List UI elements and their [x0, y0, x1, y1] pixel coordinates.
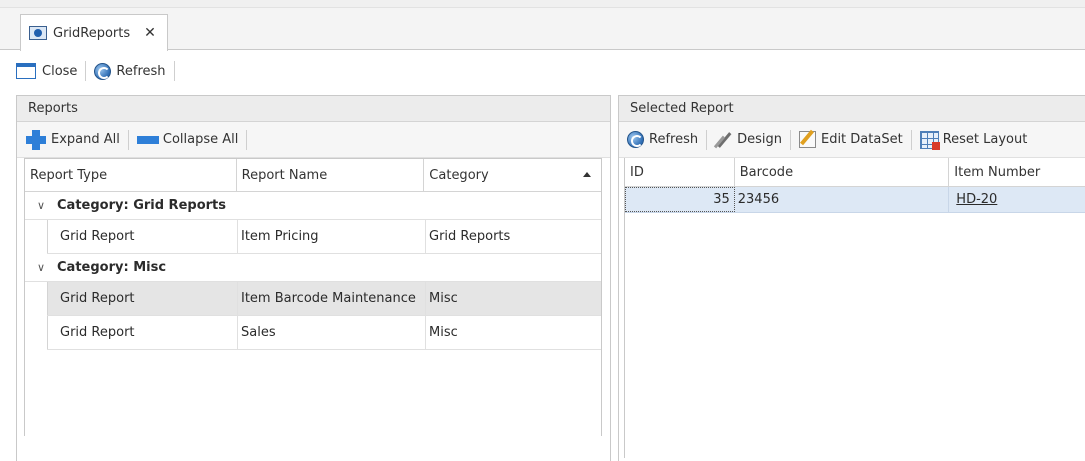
reports-panel: Reports Expand All Collapse All Report T… — [16, 95, 611, 461]
minus-icon — [136, 135, 159, 144]
group-label: Category: Grid Reports — [57, 198, 226, 213]
reports-panel-header: Reports — [17, 96, 610, 122]
column-header-report-type[interactable]: Report Type — [25, 159, 237, 191]
reset-layout-button[interactable]: Reset Layout — [919, 130, 1028, 150]
expand-all-label: Expand All — [51, 132, 120, 147]
group-label: Category: Misc — [57, 260, 167, 275]
column-header-barcode[interactable]: Barcode — [735, 158, 950, 186]
report-icon — [29, 26, 47, 40]
document-tab-gridreports[interactable]: GridReports ✕ — [20, 14, 168, 51]
column-header-item-number[interactable]: Item Number — [949, 158, 1085, 186]
plus-icon — [25, 129, 47, 151]
reports-grid-header: Report Type Report Name Category — [25, 159, 601, 192]
collapse-all-button[interactable]: Collapse All — [136, 132, 239, 147]
selected-report-grid: ID Barcode Item Number 35 23456 HD-20 — [624, 158, 1085, 458]
cell-category: Misc — [425, 316, 601, 349]
sort-ascending-icon — [582, 172, 591, 177]
table-row[interactable]: Grid Report Item Pricing Grid Reports — [47, 220, 601, 254]
chevron-down-icon[interactable]: ∨ — [37, 199, 47, 212]
table-row[interactable]: Grid Report Item Barcode Maintenance Mis… — [47, 282, 601, 316]
edit-icon — [798, 131, 816, 148]
column-header-label: Report Type — [30, 167, 108, 183]
toolbar-separator — [127, 129, 129, 150]
selected-report-header: Selected Report — [619, 96, 1085, 122]
refresh-icon — [627, 131, 644, 148]
group-row-misc[interactable]: ∨ Category: Misc — [25, 254, 601, 282]
toolbar-separator — [706, 129, 708, 150]
toolbar-separator — [246, 129, 248, 150]
window-icon — [16, 63, 36, 79]
reports-grid: Report Type Report Name Category ∨ Categ… — [24, 158, 602, 436]
report-refresh-label: Refresh — [649, 132, 699, 147]
close-button[interactable]: Close — [16, 63, 77, 79]
cell-report-name: Sales — [237, 316, 425, 349]
close-icon[interactable]: ✕ — [144, 25, 156, 41]
reset-layout-label: Reset Layout — [942, 132, 1028, 147]
refresh-button[interactable]: Refresh — [94, 62, 166, 80]
selected-report-title: Selected Report — [630, 101, 734, 116]
main-toolbar: Close Refresh — [0, 51, 1085, 91]
selected-report-panel: Selected Report Refresh Design Edit Data… — [618, 95, 1085, 461]
column-header-label: Barcode — [739, 164, 794, 180]
design-label: Design — [737, 132, 782, 147]
cell-report-name: Item Barcode Maintenance — [237, 282, 425, 315]
edit-dataset-label: Edit DataSet — [820, 132, 903, 147]
report-refresh-button[interactable]: Refresh — [627, 131, 698, 148]
reset-layout-icon — [919, 130, 940, 150]
cell-item-number-link[interactable]: HD-20 — [949, 187, 1085, 212]
table-row[interactable]: Grid Report Sales Misc — [47, 316, 601, 350]
column-header-report-name[interactable]: Report Name — [237, 159, 425, 191]
toolbar-separator — [173, 61, 175, 81]
column-header-category[interactable]: Category — [424, 159, 601, 191]
cell-category: Misc — [425, 282, 601, 315]
cell-id[interactable]: 35 — [625, 187, 735, 212]
toolbar-separator — [85, 61, 87, 81]
design-button[interactable]: Design — [715, 131, 782, 149]
reports-panel-title: Reports — [28, 101, 78, 116]
tab-title: GridReports — [53, 25, 131, 41]
cell-report-name: Item Pricing — [237, 220, 425, 253]
group-row-grid-reports[interactable]: ∨ Category: Grid Reports — [25, 192, 601, 220]
column-header-label: Category — [429, 167, 489, 183]
selected-report-toolbar: Refresh Design Edit DataSet Reset Layout — [619, 122, 1085, 158]
collapse-all-label: Collapse All — [162, 132, 239, 147]
cell-report-type: Grid Report — [47, 220, 237, 253]
refresh-button-label: Refresh — [116, 63, 166, 79]
expand-all-button[interactable]: Expand All — [25, 129, 120, 151]
column-header-label: Item Number — [954, 164, 1041, 180]
chevron-down-icon[interactable]: ∨ — [37, 261, 47, 274]
table-row[interactable]: 35 23456 HD-20 — [625, 187, 1085, 213]
toolbar-separator — [910, 129, 912, 150]
design-icon — [715, 131, 733, 149]
cell-report-type: Grid Report — [47, 282, 237, 315]
selected-grid-header: ID Barcode Item Number — [625, 158, 1085, 187]
reports-toolbar: Expand All Collapse All — [17, 122, 610, 158]
column-header-label: Report Name — [241, 167, 328, 183]
title-bar — [0, 0, 1085, 8]
refresh-icon — [94, 62, 112, 80]
cell-report-type: Grid Report — [47, 316, 237, 349]
cell-category: Grid Reports — [425, 220, 601, 253]
toolbar-separator — [789, 129, 791, 150]
close-button-label: Close — [42, 63, 78, 79]
column-header-id[interactable]: ID — [625, 158, 735, 186]
column-header-label: ID — [630, 164, 644, 180]
cell-barcode[interactable]: 23456 — [735, 187, 950, 212]
edit-dataset-button[interactable]: Edit DataSet — [798, 131, 903, 148]
